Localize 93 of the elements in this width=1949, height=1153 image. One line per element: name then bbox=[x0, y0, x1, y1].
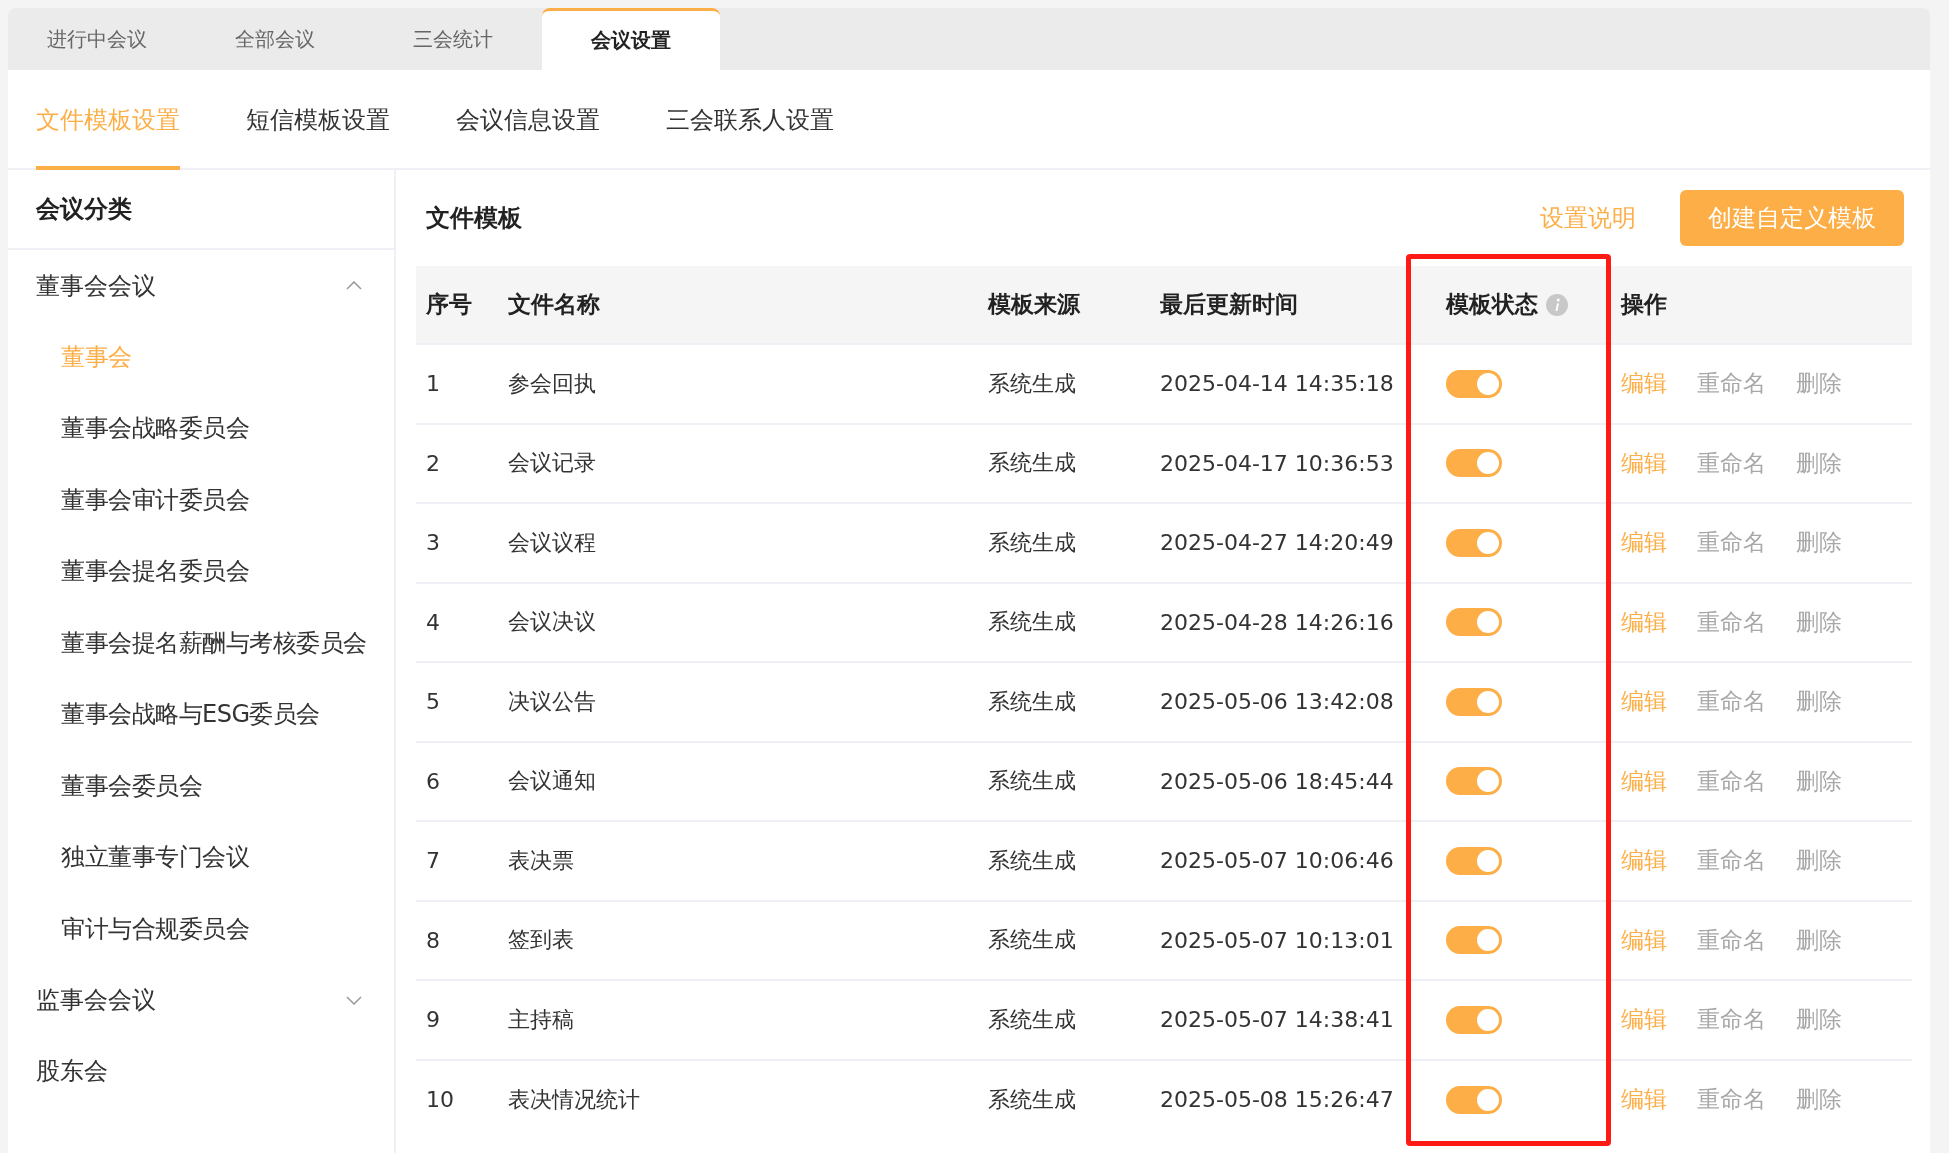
category-item[interactable]: 监事会会议 bbox=[8, 964, 394, 1036]
section-title: 文件模板 bbox=[426, 203, 522, 234]
table-cell: 5 bbox=[426, 689, 440, 715]
nav-tab[interactable]: 进行中会议 bbox=[8, 8, 186, 70]
settings-tab[interactable]: 短信模板设置 bbox=[246, 70, 390, 170]
category-item[interactable]: 股东会 bbox=[8, 1035, 394, 1107]
subcategory-item[interactable]: 董事会委员会 bbox=[8, 750, 394, 822]
table-cell: 2 bbox=[426, 450, 440, 476]
subcategory-item[interactable]: 董事会战略委员会 bbox=[8, 392, 394, 464]
table-cell: 会议记录 bbox=[508, 450, 596, 476]
table-cell: 签到表 bbox=[508, 927, 574, 953]
table-cell: 2025-05-06 13:42:08 bbox=[1160, 689, 1394, 715]
table-cell: 9 bbox=[426, 1007, 440, 1033]
table-cell: 系统生成 bbox=[988, 370, 1076, 396]
chevron-up-icon bbox=[346, 281, 362, 290]
action-link[interactable]: 编辑 bbox=[1621, 845, 1667, 877]
table-cell: 系统生成 bbox=[988, 1086, 1076, 1112]
column-header: 模板状态 bbox=[1446, 290, 1538, 319]
table-cell: 系统生成 bbox=[988, 1006, 1076, 1032]
table-cell: 2025-04-28 14:26:16 bbox=[1160, 609, 1394, 635]
sidebar-title: 会议分类 bbox=[8, 170, 394, 250]
toggle-switch[interactable] bbox=[1446, 1085, 1502, 1114]
table-cell: 系统生成 bbox=[988, 609, 1076, 635]
table-cell: 2025-04-27 14:20:49 bbox=[1160, 530, 1394, 556]
table-cell: 表决情况统计 bbox=[508, 1086, 640, 1112]
table-cell: 7 bbox=[426, 848, 440, 874]
table-cell: 1 bbox=[426, 371, 440, 397]
column-header: 序号 bbox=[426, 290, 472, 319]
table-cell: 2025-04-17 10:36:53 bbox=[1160, 450, 1394, 476]
nav-tab[interactable]: 全部会议 bbox=[186, 8, 364, 70]
toggle-switch[interactable] bbox=[1446, 767, 1502, 796]
settings-tab[interactable]: 文件模板设置 bbox=[36, 70, 180, 170]
toggle-switch[interactable] bbox=[1446, 687, 1502, 716]
action-link[interactable]: 编辑 bbox=[1621, 527, 1667, 559]
create-template-button[interactable]: 创建自定义模板 bbox=[1680, 190, 1904, 246]
action-link[interactable]: 编辑 bbox=[1621, 1004, 1667, 1036]
table-cell: 2025-05-07 10:06:46 bbox=[1160, 848, 1394, 874]
column-header: 文件名称 bbox=[508, 290, 600, 319]
table-cell: 10 bbox=[426, 1087, 454, 1113]
toggle-switch[interactable] bbox=[1446, 1005, 1502, 1034]
table-cell: 表决票 bbox=[508, 847, 574, 873]
action-link[interactable]: 编辑 bbox=[1621, 606, 1667, 638]
action-link[interactable]: 编辑 bbox=[1621, 1084, 1667, 1116]
action-link[interactable]: 编辑 bbox=[1621, 368, 1667, 400]
table-cell: 系统生成 bbox=[988, 847, 1076, 873]
table-cell: 会议议程 bbox=[508, 529, 596, 555]
table-cell: 8 bbox=[426, 927, 440, 953]
subcategory-item[interactable]: 董事会提名委员会 bbox=[8, 535, 394, 607]
table-cell: 2025-05-07 10:13:01 bbox=[1160, 927, 1394, 953]
toggle-switch[interactable] bbox=[1446, 608, 1502, 637]
nav-tab[interactable]: 会议设置 bbox=[542, 8, 720, 70]
nav-tab[interactable]: 三会统计 bbox=[364, 8, 542, 70]
subcategory-item[interactable]: 独立董事专门会议 bbox=[8, 821, 394, 893]
toggle-switch[interactable] bbox=[1446, 846, 1502, 875]
table-cell: 系统生成 bbox=[988, 688, 1076, 714]
action-link[interactable]: 编辑 bbox=[1621, 447, 1667, 479]
table-cell: 会议决议 bbox=[508, 609, 596, 635]
table-cell: 3 bbox=[426, 530, 440, 556]
toggle-switch[interactable] bbox=[1446, 449, 1502, 478]
table-cell: 系统生成 bbox=[988, 450, 1076, 476]
toggle-switch[interactable] bbox=[1446, 528, 1502, 557]
subcategory-item[interactable]: 董事会提名薪酬与考核委员会 bbox=[8, 607, 394, 679]
chevron-down-icon bbox=[346, 995, 362, 1005]
table-cell: 2025-04-14 14:35:18 bbox=[1160, 371, 1394, 397]
subcategory-item[interactable]: 董事会 bbox=[8, 321, 394, 393]
table-cell: 系统生成 bbox=[988, 529, 1076, 555]
table-cell: 4 bbox=[426, 609, 440, 635]
table-cell: 决议公告 bbox=[508, 688, 596, 714]
category-item[interactable]: 董事会会议 bbox=[8, 250, 394, 321]
table-cell: 系统生成 bbox=[988, 768, 1076, 794]
table-cell: 2025-05-07 14:38:41 bbox=[1160, 1007, 1394, 1033]
info-icon[interactable] bbox=[1546, 293, 1568, 316]
table-cell: 6 bbox=[426, 768, 440, 794]
table-cell: 2025-05-06 18:45:44 bbox=[1160, 768, 1394, 794]
subcategory-item[interactable]: 董事会战略与ESG委员会 bbox=[8, 678, 394, 750]
toggle-switch[interactable] bbox=[1446, 926, 1502, 955]
table-cell: 2025-05-08 15:26:47 bbox=[1160, 1087, 1394, 1113]
table-cell: 主持稿 bbox=[508, 1006, 574, 1032]
settings-tab[interactable]: 三会联系人设置 bbox=[666, 70, 834, 170]
action-link[interactable]: 编辑 bbox=[1621, 765, 1667, 797]
action-link[interactable]: 编辑 bbox=[1621, 686, 1667, 718]
table-cell: 参会回执 bbox=[508, 370, 596, 396]
subcategory-item[interactable]: 审计与合规委员会 bbox=[8, 893, 394, 965]
table-cell: 会议通知 bbox=[508, 768, 596, 794]
action-link[interactable]: 编辑 bbox=[1621, 924, 1667, 956]
column-header: 模板来源 bbox=[988, 290, 1080, 319]
settings-tab[interactable]: 会议信息设置 bbox=[456, 70, 600, 170]
column-header: 操作 bbox=[1621, 290, 1667, 319]
help-link[interactable]: 设置说明 bbox=[1540, 202, 1636, 234]
column-header: 最后更新时间 bbox=[1160, 290, 1298, 319]
toggle-switch[interactable] bbox=[1446, 369, 1502, 398]
subcategory-item[interactable]: 董事会审计委员会 bbox=[8, 464, 394, 536]
table-cell: 系统生成 bbox=[988, 927, 1076, 953]
